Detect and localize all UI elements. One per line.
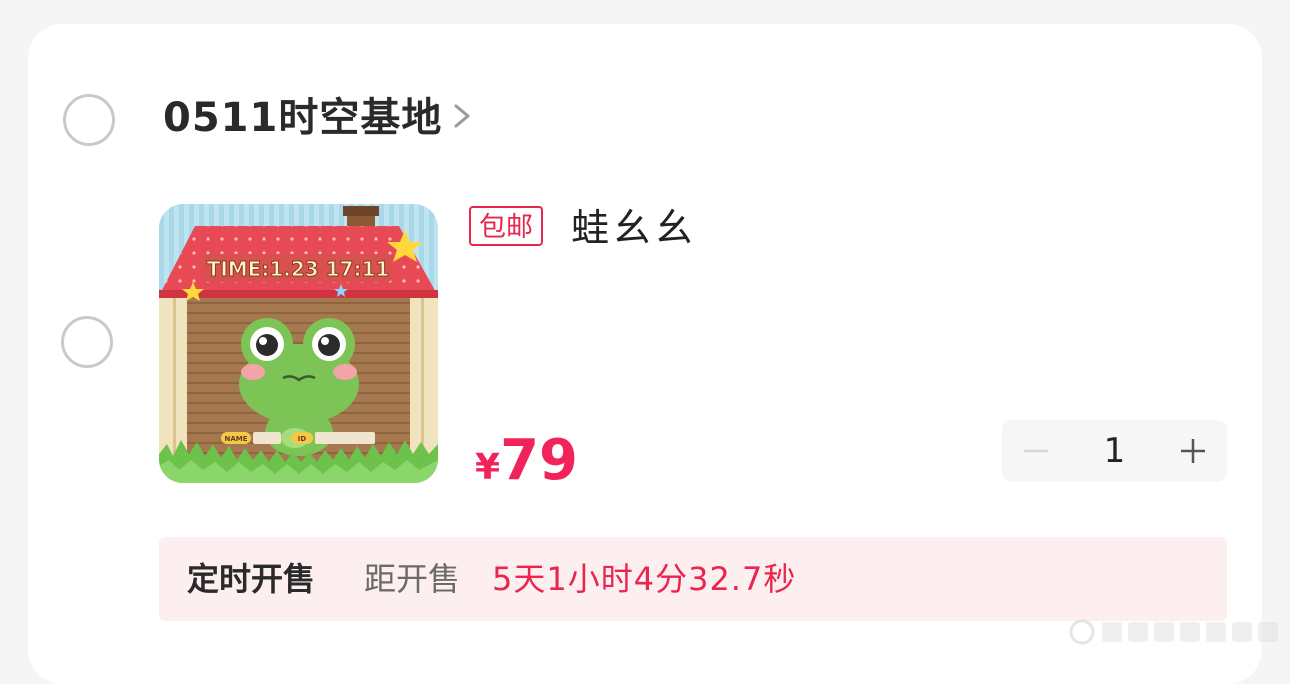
- free-shipping-badge: 包邮: [469, 206, 543, 246]
- product-thumbnail[interactable]: TIME:1.23 17:11 NAME ID: [159, 204, 438, 483]
- currency-symbol: ¥: [475, 447, 501, 488]
- id-label-text: ID: [298, 435, 307, 443]
- scheduled-sale-bar: 定时开售 距开售 5天1小时4分32.7秒: [159, 537, 1227, 621]
- clock-text: TIME:1.23 17:11: [207, 257, 390, 281]
- shop-name-link[interactable]: 0511时空基地: [163, 90, 442, 146]
- sale-countdown: 5天1小时4分32.7秒: [492, 560, 797, 598]
- quantity-value[interactable]: 1: [1082, 420, 1147, 482]
- frog-house-image: TIME:1.23 17:11 NAME ID: [159, 204, 438, 483]
- scheduled-sale-label: 定时开售: [187, 560, 316, 598]
- product-title[interactable]: 蛙幺幺: [571, 204, 697, 252]
- watermark-icon: [1069, 619, 1278, 645]
- product-price: ¥79: [475, 424, 578, 498]
- shop-select-radio[interactable]: [63, 94, 115, 146]
- decrease-quantity-button[interactable]: [1006, 420, 1066, 482]
- chevron-right-icon[interactable]: [448, 96, 476, 136]
- increase-quantity-button[interactable]: [1163, 420, 1223, 482]
- minus-icon: [1024, 449, 1048, 453]
- price-value: 79: [500, 428, 578, 493]
- item-select-radio[interactable]: [61, 316, 113, 368]
- plus-icon: [1181, 439, 1205, 463]
- quantity-stepper: 1: [1002, 420, 1227, 482]
- time-until-sale-label: 距开售: [364, 560, 461, 598]
- name-label-text: NAME: [224, 435, 247, 443]
- cart-shop-card: 0511时空基地 TIME:1.23 17:11 NAME ID 包邮 蛙幺幺 …: [28, 24, 1262, 684]
